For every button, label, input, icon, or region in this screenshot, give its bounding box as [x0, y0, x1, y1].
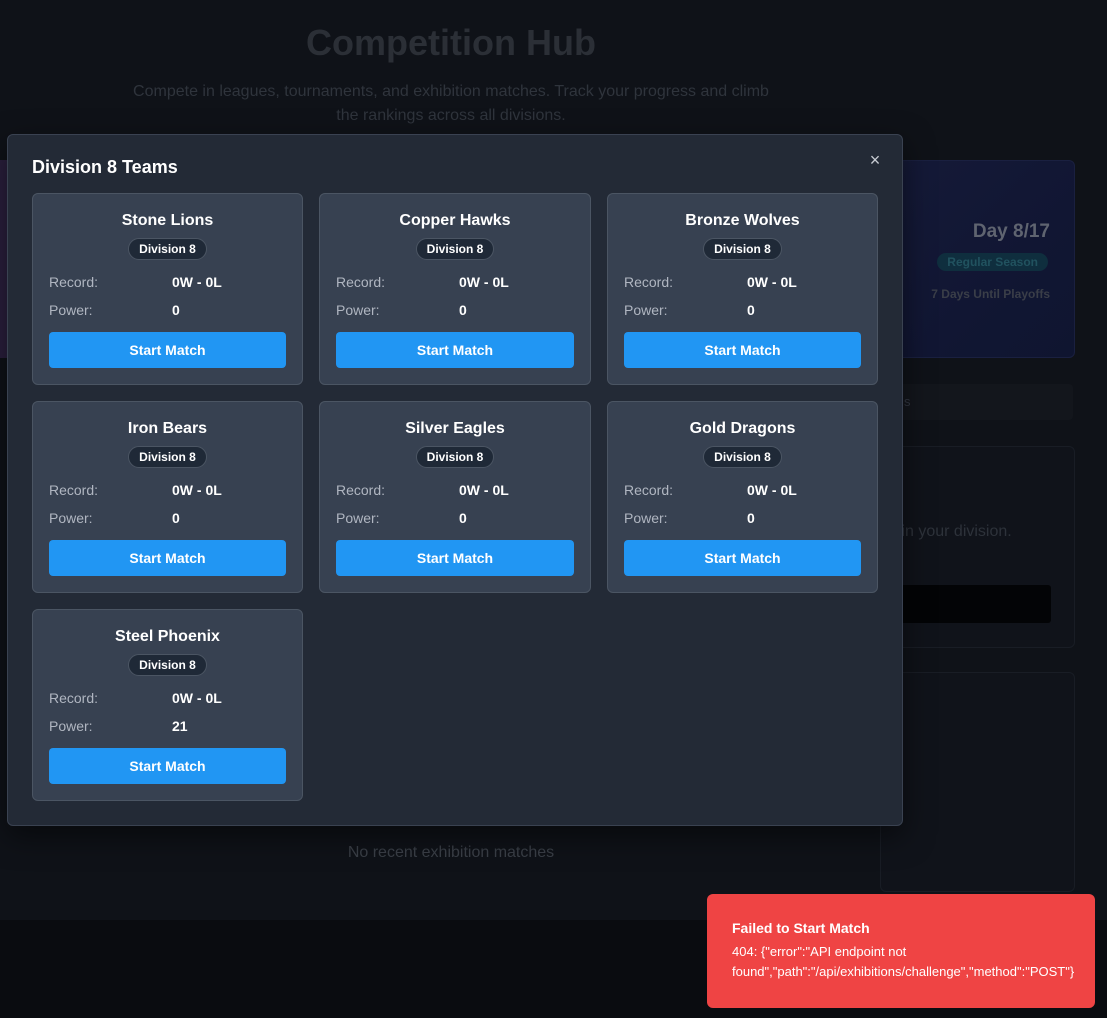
division-badge: Division 8: [703, 446, 782, 468]
division-badge: Division 8: [415, 446, 495, 468]
team-name: Gold Dragons: [689, 420, 796, 437]
toast-title: Failed to Start Match: [732, 920, 870, 936]
power-label: Power:: [49, 510, 93, 526]
recent-exhibitions-panel: [880, 672, 1075, 892]
season-day: Day 8/17: [972, 221, 1050, 242]
team-card: Bronze Wolves Division 8 Record: 0W - 0L…: [607, 193, 878, 385]
record-value: 0W - 0L: [747, 482, 797, 498]
competition-tabs: s: [880, 384, 1073, 420]
power-value: 0: [172, 510, 180, 526]
team-card: Gold Dragons Division 8 Record: 0W - 0L …: [607, 401, 878, 593]
power-value: 0: [459, 510, 467, 526]
power-value: 0: [747, 302, 755, 318]
start-match-button[interactable]: Start Match: [49, 540, 286, 576]
record-label: Record:: [624, 274, 674, 290]
team-name: Steel Phoenix: [115, 628, 220, 645]
record-label: Record:: [49, 690, 99, 706]
exhibition-panel: s in your division.: [880, 446, 1075, 648]
power-label: Power:: [624, 302, 668, 318]
power-label: Power:: [336, 302, 380, 318]
tab-label-fragment: s: [904, 394, 911, 409]
team-grid: Stone Lions Division 8 Record: 0W - 0L P…: [32, 193, 878, 801]
close-icon[interactable]: ×: [864, 149, 886, 171]
team-name: Copper Hawks: [399, 212, 511, 229]
team-name: Bronze Wolves: [685, 212, 800, 229]
power-value: 0: [747, 510, 755, 526]
season-status-card: Day 8/17 Regular Season 7 Days Until Pla…: [880, 160, 1075, 358]
start-match-button[interactable]: Start Match: [49, 332, 286, 368]
division-badge: Division 8: [128, 446, 207, 468]
team-card: Silver Eagles Division 8 Record: 0W - 0L…: [319, 401, 591, 593]
team-name: Stone Lions: [121, 212, 214, 229]
record-value: 0W - 0L: [172, 274, 222, 290]
season-phase-badge: Regular Season: [937, 253, 1048, 271]
division-badge: Division 8: [703, 238, 782, 260]
record-value: 0W - 0L: [459, 482, 509, 498]
start-match-button[interactable]: Start Match: [624, 332, 861, 368]
modal-title: Division 8 Teams: [32, 157, 178, 177]
record-value: 0W - 0L: [459, 274, 509, 290]
power-label: Power:: [624, 510, 668, 526]
record-value: 0W - 0L: [172, 690, 222, 706]
power-value: 21: [172, 718, 188, 734]
record-label: Record:: [49, 482, 99, 498]
team-card: Steel Phoenix Division 8 Record: 0W - 0L…: [32, 609, 303, 801]
record-value: 0W - 0L: [172, 482, 222, 498]
empty-exhibitions-text: No recent exhibition matches: [347, 844, 555, 861]
record-label: Record:: [49, 274, 99, 290]
start-match-button[interactable]: Start Match: [49, 748, 286, 784]
record-label: Record:: [624, 482, 674, 498]
error-toast[interactable]: Failed to Start Match 404: {"error":"API…: [707, 894, 1095, 1008]
division-teams-modal: Division 8 Teams × Stone Lions Division …: [7, 134, 903, 826]
page-subtitle: Compete in leagues, tournaments, and exh…: [133, 83, 769, 124]
team-card: Stone Lions Division 8 Record: 0W - 0L P…: [32, 193, 303, 385]
start-match-button[interactable]: Start Match: [336, 332, 574, 368]
division-badge: Division 8: [128, 654, 207, 676]
page-title: Competition Hub: [306, 22, 596, 63]
exhibition-panel-button: [881, 585, 1051, 623]
power-label: Power:: [49, 718, 93, 734]
start-match-button[interactable]: Start Match: [624, 540, 861, 576]
power-label: Power:: [49, 302, 93, 318]
team-name: Silver Eagles: [405, 420, 505, 437]
division-badge: Division 8: [128, 238, 207, 260]
power-label: Power:: [336, 510, 380, 526]
start-match-button[interactable]: Start Match: [336, 540, 574, 576]
power-value: 0: [172, 302, 180, 318]
division-badge: Division 8: [415, 238, 495, 260]
record-label: Record:: [336, 482, 386, 498]
toast-message: 404: {"error":"API endpoint not found","…: [732, 944, 1075, 979]
team-name: Iron Bears: [127, 420, 208, 437]
exhibition-panel-text: s in your division.: [889, 523, 1012, 540]
team-card: Copper Hawks Division 8 Record: 0W - 0L …: [319, 193, 591, 385]
season-countdown: 7 Days Until Playoffs: [931, 287, 1050, 301]
team-card: Iron Bears Division 8 Record: 0W - 0L Po…: [32, 401, 303, 593]
record-label: Record:: [336, 274, 386, 290]
power-value: 0: [459, 302, 467, 318]
record-value: 0W - 0L: [747, 274, 797, 290]
